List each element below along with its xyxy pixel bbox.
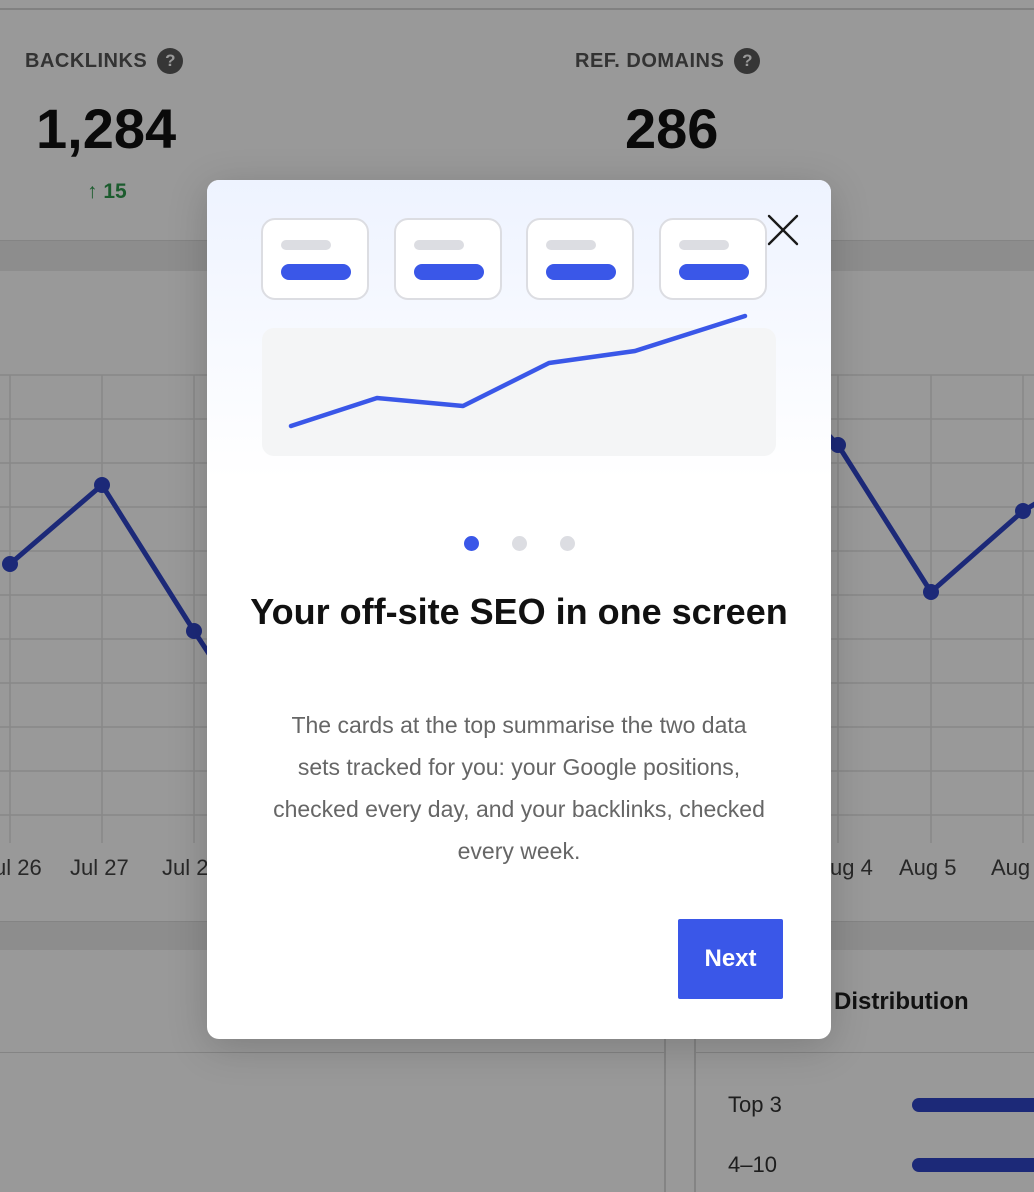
onboarding-modal: Your off-site SEO in one screen The card… xyxy=(207,180,831,1039)
modal-illustration xyxy=(207,180,831,480)
pagination-dot-active[interactable] xyxy=(463,536,479,551)
pagination-dot[interactable] xyxy=(559,536,575,551)
next-button[interactable]: Next xyxy=(678,919,783,999)
illustration-line-icon xyxy=(288,313,748,429)
close-icon[interactable] xyxy=(763,210,803,250)
modal-title: Your off-site SEO in one screen xyxy=(250,591,788,632)
modal-description: The cards at the top summarise the two d… xyxy=(273,712,765,864)
pagination-dots xyxy=(207,536,831,551)
pagination-dot[interactable] xyxy=(511,536,527,551)
